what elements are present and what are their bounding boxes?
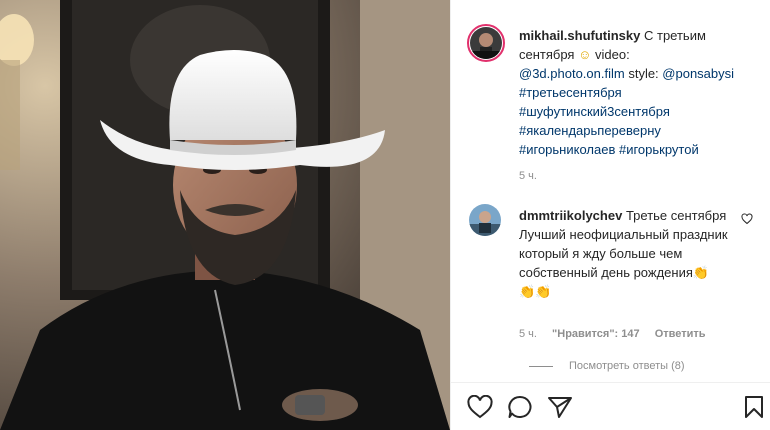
share-icon[interactable] [547, 395, 573, 424]
video-handle-link[interactable]: @3d.photo.on.film [519, 66, 625, 81]
video-label: video: [595, 47, 630, 62]
author-avatar-image [470, 27, 502, 59]
style-handle-link[interactable]: @ponsabysi [662, 66, 734, 81]
bookmark-icon[interactable] [743, 395, 765, 424]
post-media[interactable] [0, 0, 450, 430]
post-time: 5 ч. [519, 170, 537, 182]
clap-emoji: 👏👏 [519, 284, 552, 299]
hashtag-link[interactable]: #игорькрутой [619, 142, 699, 157]
post-caption: mikhail.shufutinsky С третьим сентября ☺… [519, 26, 759, 159]
comment-body: dmmtriikolychev Третье сентября Лучший н… [519, 206, 737, 301]
post-side-panel: mikhail.shufutinsky С третьим сентября ☺… [450, 0, 770, 430]
heart-icon[interactable] [467, 394, 493, 424]
commenter-avatar[interactable] [469, 204, 501, 236]
comment-likes[interactable]: "Нравится": 147 [552, 328, 640, 340]
author-avatar[interactable] [467, 24, 505, 62]
post-actions-bar [451, 382, 770, 430]
comment-author[interactable]: dmmtriikolychev [519, 208, 622, 223]
hashtag-link[interactable]: #игорьниколаев [519, 142, 615, 157]
hashtag-link[interactable]: #третьесентября [519, 85, 622, 100]
comment-like-icon[interactable] [741, 212, 753, 230]
comment-icon[interactable] [507, 395, 533, 424]
hashtag-link[interactable]: #якалендарьпереверну [519, 123, 661, 138]
view-replies-label: Посмотреть ответы (8) [569, 360, 685, 372]
clap-emoji: 👏 [692, 265, 710, 280]
comment-time: 5 ч. [519, 328, 537, 340]
style-label: style: [628, 66, 659, 81]
smile-emoji: ☺ [578, 47, 592, 62]
comment-meta: 5 ч. "Нравится": 147 Ответить [519, 328, 718, 340]
view-replies-button[interactable]: Посмотреть ответы (8) [529, 360, 685, 372]
hashtag-link[interactable]: #шуфутинский3сентября [519, 104, 670, 119]
replies-divider [529, 365, 553, 367]
post-photo [0, 0, 450, 430]
reply-button[interactable]: Ответить [655, 328, 706, 340]
commenter-avatar-image [469, 204, 501, 236]
caption-author[interactable]: mikhail.shufutinsky [519, 28, 640, 43]
